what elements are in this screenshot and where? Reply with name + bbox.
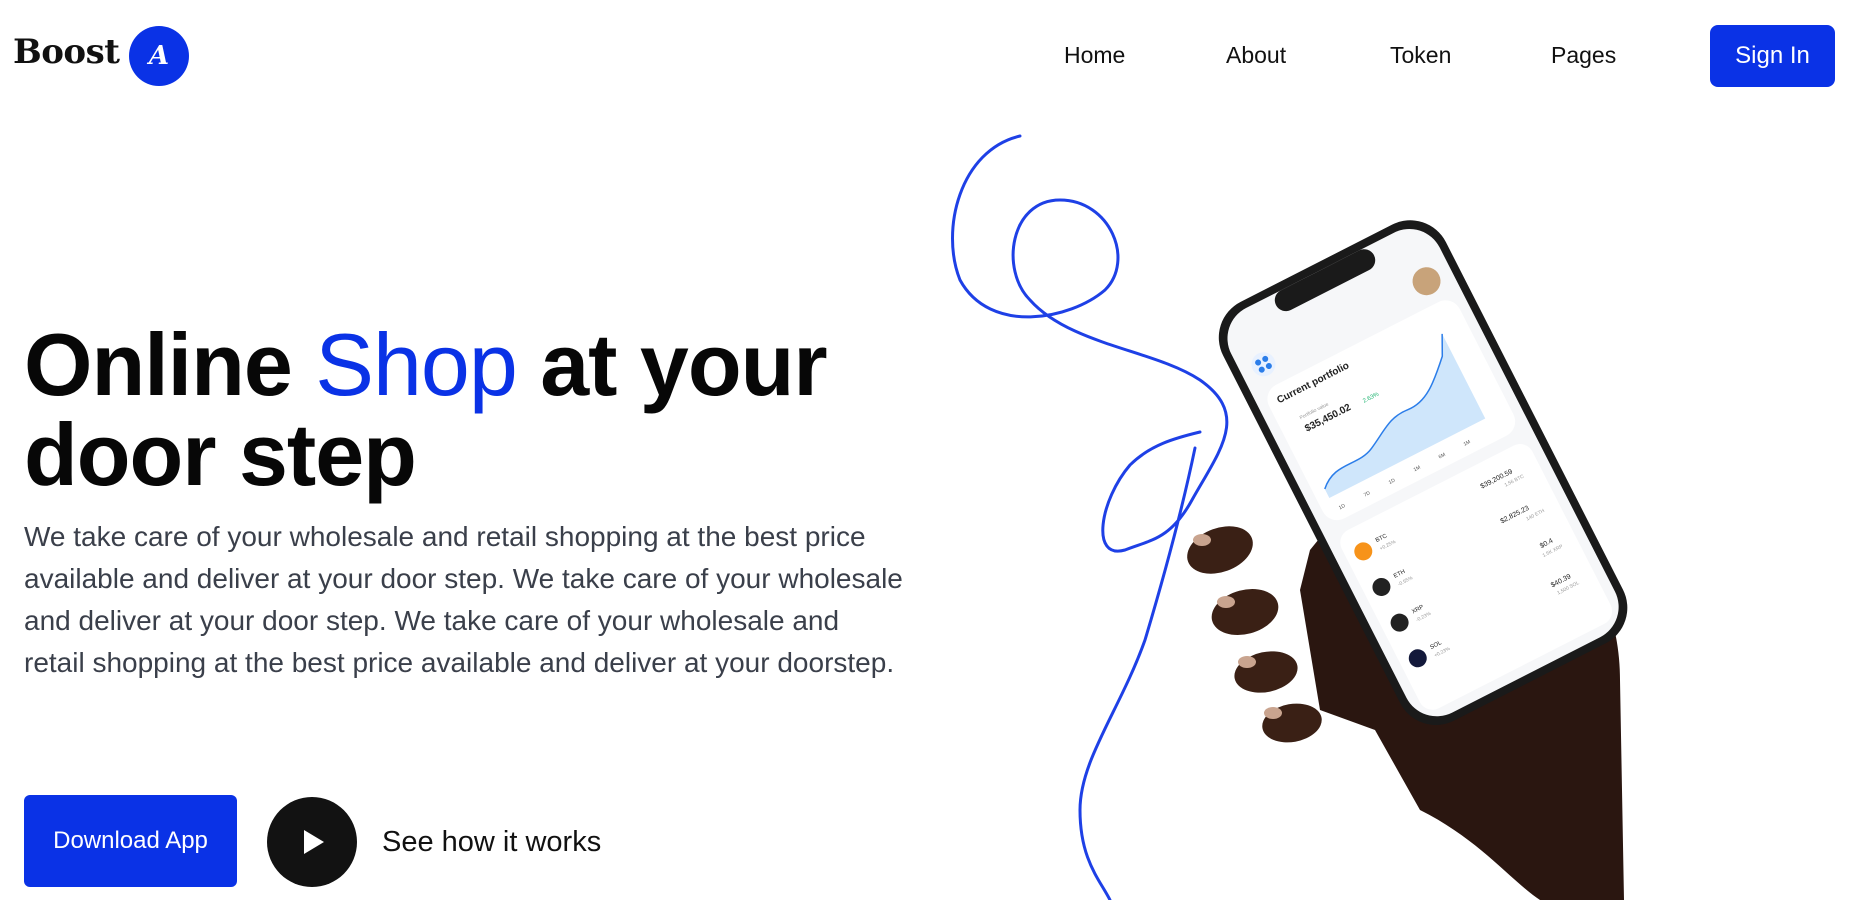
logo-badge-icon: A [129,26,189,86]
sign-in-button[interactable]: Sign In [1710,25,1835,87]
logo[interactable]: Boost A [13,26,189,86]
nav-token-link[interactable]: Token [1390,42,1451,69]
nav-pages-link[interactable]: Pages [1551,42,1616,69]
play-button[interactable] [267,797,357,887]
nav-home-link[interactable]: Home [1064,42,1125,69]
hero-description: We take care of your wholesale and retai… [24,521,903,678]
headline-part1: Online [24,315,316,414]
decorative-squiggle-line [951,134,1229,900]
hero-illustration: Current portfolio Portfolio value $35,45… [951,134,1628,900]
site-header: Boost A Home About Token Pages Sign In [0,0,1872,112]
logo-text: Boost [13,32,120,72]
see-how-it-works-link[interactable]: See how it works [382,826,601,859]
nav-about-link[interactable]: About [1226,42,1286,69]
play-icon [304,830,324,854]
hero-headline: Online Shop at your door step [24,320,884,500]
download-app-button[interactable]: Download App [24,795,237,887]
headline-accent: Shop [315,315,518,414]
